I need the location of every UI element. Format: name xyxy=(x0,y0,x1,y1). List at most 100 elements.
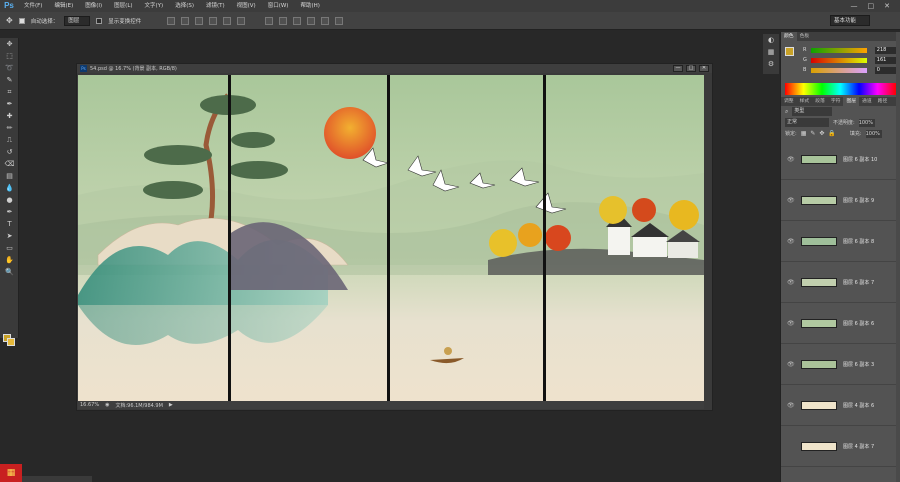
align-top-icon[interactable] xyxy=(167,16,176,25)
tab-color[interactable]: 颜色 xyxy=(781,32,797,41)
crop-icon[interactable]: ⌗ xyxy=(0,86,19,98)
visibility-eye-icon[interactable]: 👁 xyxy=(787,238,795,245)
distribute-bottom-icon[interactable] xyxy=(293,16,302,25)
menu-layer[interactable]: 图层(L) xyxy=(108,0,138,12)
dodge-icon[interactable]: ● xyxy=(0,194,19,206)
distribute-hcenter-icon[interactable] xyxy=(321,16,330,25)
layer-row[interactable]: 图层 4 副本 7 xyxy=(781,426,900,467)
layer-row[interactable]: 👁 图层 6 副本 10 xyxy=(781,139,900,180)
gradient-icon[interactable]: ▤ xyxy=(0,170,19,182)
menu-type[interactable]: 文字(Y) xyxy=(139,0,170,12)
move-tool-icon[interactable]: ✥ xyxy=(6,16,13,25)
doc-maximize-icon[interactable]: □ xyxy=(686,65,696,72)
layer-row[interactable]: 👁 图层 4 副本 6 xyxy=(781,385,900,426)
auto-select-dropdown[interactable]: 图层 xyxy=(64,15,91,26)
align-right-icon[interactable] xyxy=(237,16,246,25)
tab-channels[interactable]: 通道 xyxy=(859,97,875,106)
align-hcenter-icon[interactable] xyxy=(223,16,232,25)
layer-filter-dropdown[interactable]: 类型 xyxy=(792,107,833,116)
lock-all-icon[interactable]: 🔒 xyxy=(828,130,835,137)
menu-help[interactable]: 帮助(H) xyxy=(294,0,325,12)
document-canvas[interactable] xyxy=(78,75,704,403)
tab-layers[interactable]: 图层 xyxy=(843,97,860,106)
hand-icon[interactable]: ✋ xyxy=(0,254,19,266)
layer-row[interactable]: 👁 图层 6 副本 6 xyxy=(781,303,900,344)
distribute-left-icon[interactable] xyxy=(307,16,316,25)
visibility-eye-icon[interactable]: 👁 xyxy=(787,402,795,409)
show-transform-checkbox[interactable] xyxy=(96,17,103,24)
green-slider[interactable] xyxy=(810,57,867,63)
doc-minimize-icon[interactable]: — xyxy=(673,65,683,72)
menu-image[interactable]: 图像(I) xyxy=(79,0,108,12)
lasso-icon[interactable]: ➰ xyxy=(0,62,19,74)
align-bottom-icon[interactable] xyxy=(195,16,204,25)
align-left-icon[interactable] xyxy=(209,16,218,25)
layers-scrollbar[interactable] xyxy=(896,32,900,482)
workspace-dropdown[interactable]: 基本功能 xyxy=(830,15,870,26)
status-info-icon[interactable]: ◉ xyxy=(105,402,109,408)
brush-icon[interactable]: ✏ xyxy=(0,122,19,134)
lock-pixels-icon[interactable]: ▦ xyxy=(801,130,807,137)
color-spectrum-bar[interactable] xyxy=(785,83,896,95)
tab-character[interactable]: 字符 xyxy=(828,97,844,106)
pen-icon[interactable]: ✒ xyxy=(0,206,19,218)
visibility-eye-icon[interactable]: 👁 xyxy=(787,197,795,204)
lock-paint-icon[interactable]: ✎ xyxy=(810,130,815,137)
shape-icon[interactable]: ▭ xyxy=(0,242,19,254)
eyedropper-icon[interactable]: ✒ xyxy=(0,98,19,110)
background-color-swatch[interactable] xyxy=(7,338,15,346)
visibility-eye-icon[interactable]: 👁 xyxy=(787,320,795,327)
visibility-eye-icon[interactable]: 👁 xyxy=(787,361,795,368)
blend-mode-dropdown[interactable]: 正常 xyxy=(785,118,829,127)
tab-styles[interactable]: 样式 xyxy=(797,97,813,106)
layer-row[interactable]: 👁 图层 6 副本 9 xyxy=(781,180,900,221)
distribute-vcenter-icon[interactable] xyxy=(279,16,288,25)
quick-select-icon[interactable]: ✎ xyxy=(0,74,19,86)
menu-file[interactable]: 文件(F) xyxy=(18,0,48,12)
lock-move-icon[interactable]: ✥ xyxy=(819,130,824,137)
red-slider[interactable] xyxy=(810,47,867,53)
tab-paragraph[interactable]: 段落 xyxy=(812,97,828,106)
layer-row[interactable]: 👁 图层 6 副本 3 xyxy=(781,344,900,385)
fill-field[interactable]: 100% xyxy=(865,129,882,138)
layer-row[interactable]: 👁 图层 6 副本 8 xyxy=(781,221,900,262)
move-icon[interactable]: ✥ xyxy=(0,38,19,50)
minimize-icon[interactable]: — xyxy=(851,2,858,10)
healing-icon[interactable]: ✚ xyxy=(0,110,19,122)
distribute-right-icon[interactable] xyxy=(335,16,344,25)
history-brush-icon[interactable]: ↺ xyxy=(0,146,19,158)
blur-icon[interactable]: 💧 xyxy=(0,182,19,194)
distribute-top-icon[interactable] xyxy=(265,16,274,25)
visibility-eye-icon[interactable]: 👁 xyxy=(787,279,795,286)
type-icon[interactable]: T xyxy=(0,218,19,230)
opacity-field[interactable]: 100% xyxy=(858,118,875,127)
tab-adjustments[interactable]: 调整 xyxy=(781,97,797,106)
visibility-eye-icon[interactable]: 👁 xyxy=(787,156,795,163)
zoom-level[interactable]: 16.67% xyxy=(80,402,99,408)
zoom-icon[interactable]: 🔍 xyxy=(0,266,19,278)
taskbar-app-icon[interactable]: ▦ xyxy=(0,464,22,482)
maximize-icon[interactable]: □ xyxy=(868,2,875,10)
tab-paths[interactable]: 路径 xyxy=(875,97,891,106)
layer-row[interactable]: 👁 图层 6 副本 7 xyxy=(781,262,900,303)
tab-swatches[interactable]: 色板 xyxy=(797,32,813,41)
align-vcenter-icon[interactable] xyxy=(181,16,190,25)
swatches-panel-icon[interactable]: ▦ xyxy=(763,46,779,58)
auto-select-checkbox[interactable] xyxy=(18,17,25,24)
close-icon[interactable]: ✕ xyxy=(884,2,890,10)
doc-close-icon[interactable]: ✕ xyxy=(699,65,709,72)
menu-edit[interactable]: 编辑(E) xyxy=(48,0,79,12)
blue-slider[interactable] xyxy=(810,67,867,73)
marquee-icon[interactable]: ⬚ xyxy=(0,50,19,62)
path-select-icon[interactable]: ➤ xyxy=(0,230,19,242)
menu-select[interactable]: 选择(S) xyxy=(169,0,200,12)
color-panel-icon[interactable]: ◐ xyxy=(763,34,779,46)
stamp-icon[interactable]: ⎍ xyxy=(0,134,19,146)
document-title-bar[interactable]: Ps 54.psd @ 16.7% (背景 副本, RGB/8) — □ ✕ xyxy=(77,64,712,73)
adjust-panel-icon[interactable]: ⚙ xyxy=(763,58,779,70)
menu-filter[interactable]: 滤镜(T) xyxy=(200,0,231,12)
status-arrow-icon[interactable]: ▶ xyxy=(169,402,173,408)
menu-view[interactable]: 视图(V) xyxy=(231,0,262,12)
menu-window[interactable]: 窗口(W) xyxy=(262,0,295,12)
eraser-icon[interactable]: ⌫ xyxy=(0,158,19,170)
